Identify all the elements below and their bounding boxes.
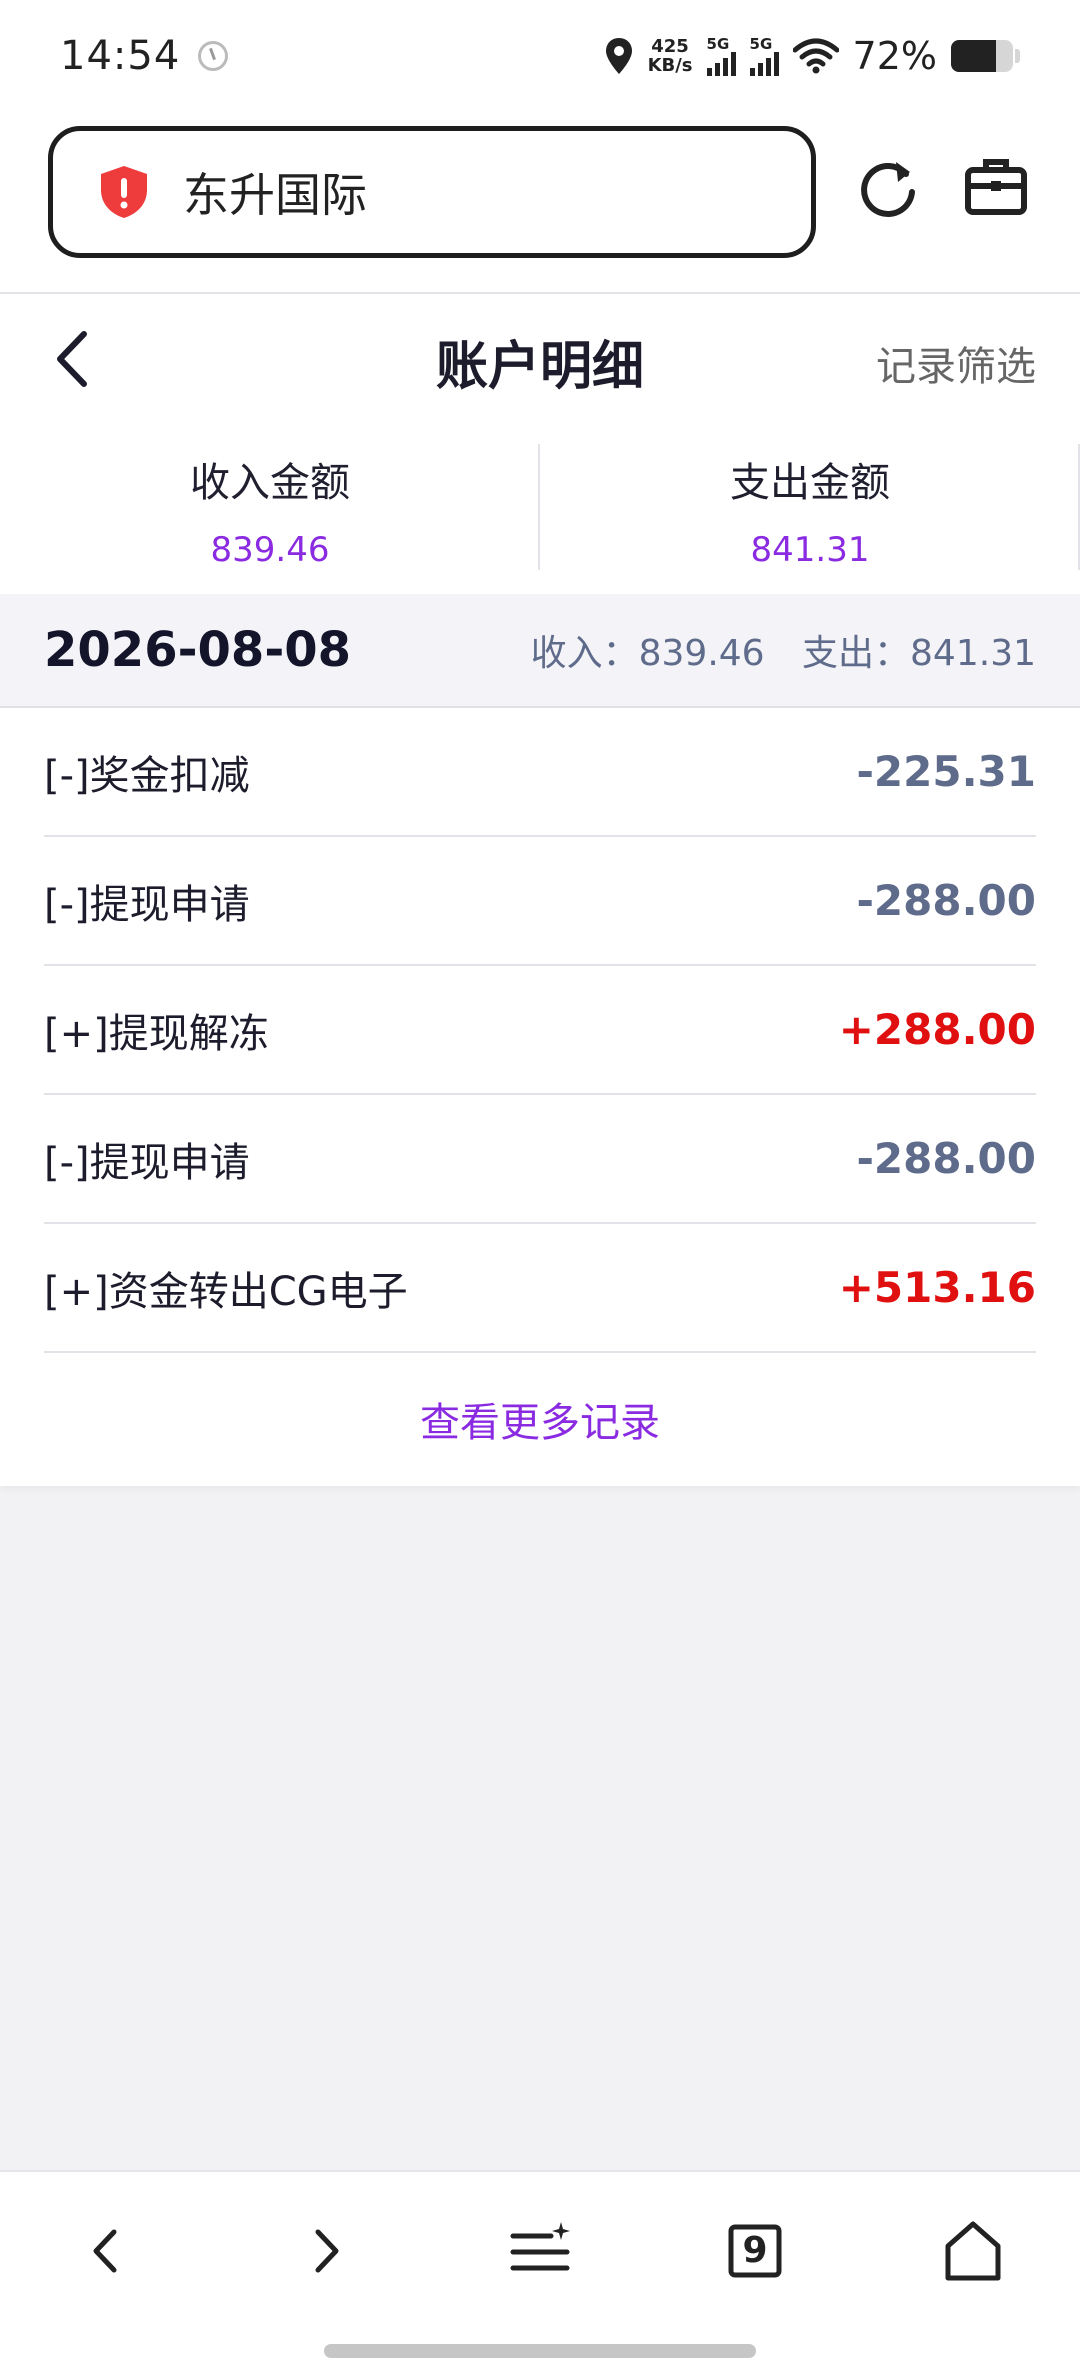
speed-unit: KB/s xyxy=(647,55,693,76)
record-filter-button[interactable]: 记录筛选 xyxy=(876,334,1036,392)
notification-icon xyxy=(198,41,229,71)
shield-alert-icon[interactable] xyxy=(97,164,151,220)
group-date: 2026-08-08 xyxy=(44,622,352,678)
battery-icon xyxy=(951,40,1013,72)
menu-icon[interactable] xyxy=(505,2216,575,2286)
browser-bottom-nav: 9 xyxy=(0,2170,1080,2376)
signal-2: 5G xyxy=(749,34,779,76)
battery-fill xyxy=(951,40,996,72)
record-label: [-]提现申请 xyxy=(44,1139,250,1186)
location-icon xyxy=(605,38,632,74)
address-bar[interactable]: 东升国际 xyxy=(48,126,816,258)
record-label: [-]提现申请 xyxy=(44,881,250,928)
list-item[interactable]: [-]提现申请 -288.00 xyxy=(44,837,1036,966)
list-item[interactable]: [+]提现解冻 +288.00 xyxy=(44,966,1036,1095)
expense-label: 支出金额 xyxy=(730,460,890,506)
refresh-icon[interactable] xyxy=(854,152,922,220)
view-more-records-link[interactable]: 查看更多记录 xyxy=(0,1353,1080,1485)
record-label: [+]提现解冻 xyxy=(44,1010,269,1057)
site-title: 东升国际 xyxy=(183,168,367,222)
expense-summary: 支出金额 841.31 xyxy=(538,424,1080,594)
income-value: 839.46 xyxy=(210,530,330,570)
list-item[interactable]: [-]提现申请 -288.00 xyxy=(44,1095,1036,1224)
home-indicator[interactable] xyxy=(324,2344,756,2358)
record-amount: +288.00 xyxy=(838,1005,1036,1054)
record-amount: -288.00 xyxy=(856,1134,1036,1183)
speed-value: 425 xyxy=(651,36,689,57)
signal-bars-icon xyxy=(749,51,779,76)
page-header: 账户明细 记录筛选 xyxy=(0,294,1080,424)
status-bar: 14:54 425 KB/s 5G 5G 72% xyxy=(0,0,1080,112)
list-item[interactable]: [-]奖金扣减 -225.31 xyxy=(44,708,1036,837)
record-list: [-]奖金扣减 -225.31 [-]提现申请 -288.00 [+]提现解冻 … xyxy=(0,708,1080,1486)
income-summary: 收入金额 839.46 xyxy=(0,424,540,594)
status-indicators: 425 KB/s 5G 5G 72% xyxy=(604,34,1020,78)
group-totals: 收入：839.46 支出：841.31 xyxy=(531,624,1036,676)
summary-panel: 收入金额 839.46 支出金额 841.31 xyxy=(0,424,1080,594)
battery-cap xyxy=(1015,49,1020,63)
record-label: [+]资金转出CG电子 xyxy=(44,1268,408,1315)
record-amount: -288.00 xyxy=(856,876,1036,925)
wifi-icon xyxy=(792,38,839,74)
network-speed: 425 KB/s xyxy=(648,37,693,75)
group-income: 收入：839.46 xyxy=(530,633,765,674)
signal-1: 5G xyxy=(706,34,736,76)
signal-bars-icon xyxy=(706,51,736,76)
battery-percent: 72% xyxy=(852,34,937,78)
list-item[interactable]: [+]资金转出CG电子 +513.16 xyxy=(44,1224,1036,1353)
record-amount: -225.31 xyxy=(856,747,1036,796)
income-label: 收入金额 xyxy=(190,460,350,506)
signal-2-label: 5G xyxy=(749,34,773,53)
record-amount: +513.16 xyxy=(838,1263,1036,1312)
tab-count: 9 xyxy=(742,2230,768,2271)
browser-toolbar: 东升国际 xyxy=(0,112,1080,294)
home-icon[interactable] xyxy=(938,2216,1008,2286)
record-label: [-]奖金扣减 xyxy=(44,752,250,799)
signal-1-label: 5G xyxy=(706,34,730,53)
date-group-header: 2026-08-08 收入：839.46 支出：841.31 xyxy=(0,594,1080,708)
expense-value: 841.31 xyxy=(750,530,870,570)
back-icon[interactable] xyxy=(72,2216,142,2286)
group-expense: 支出：841.31 xyxy=(802,633,1036,674)
status-time: 14:54 xyxy=(60,33,181,79)
briefcase-icon[interactable] xyxy=(962,152,1030,220)
screen: 14:54 425 KB/s 5G 5G 72% 东升国际 账户明细 记录筛选 … xyxy=(0,0,1080,2376)
tabs-icon[interactable]: 9 xyxy=(720,2216,790,2286)
forward-icon[interactable] xyxy=(290,2216,360,2286)
